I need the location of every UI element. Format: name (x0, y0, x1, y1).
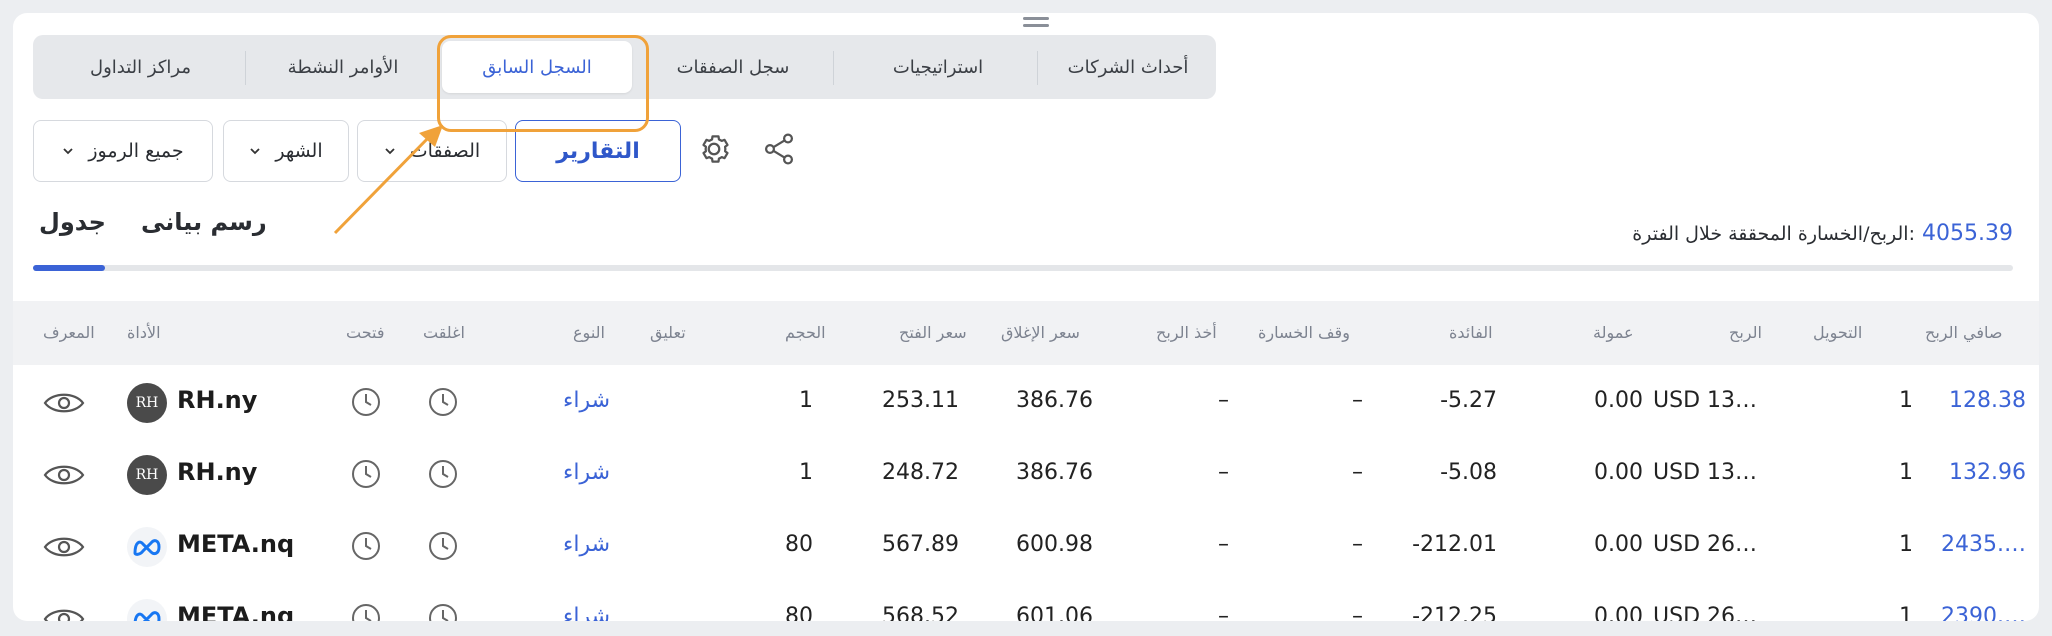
cell-close-price: 386.76 (1016, 388, 1093, 413)
cell-profit: USD 26… (1653, 604, 1757, 621)
rh-logo-icon: RH (127, 383, 167, 423)
eye-icon[interactable] (43, 534, 85, 566)
table-header: صافي الربح التحويل الربح عمولة الفائدة و… (13, 301, 2039, 365)
eye-icon[interactable] (43, 606, 85, 621)
cell-take-profit: – (1218, 604, 1229, 621)
cell-interest: -212.01 (1412, 532, 1497, 557)
cell-open-price: 567.89 (882, 532, 959, 557)
cell-volume: 80 (785, 604, 813, 621)
header-volume: الحجم (785, 323, 826, 342)
cell-interest: -212.25 (1412, 604, 1497, 621)
header-profit: الربح (1729, 323, 1762, 342)
header-commission: عمولة (1593, 323, 1634, 342)
clock-icon (350, 602, 382, 621)
cell-symbol[interactable]: RH.ny (177, 386, 257, 414)
meta-logo-icon (127, 527, 167, 567)
cell-swap: 1 (1899, 604, 1913, 621)
header-instrument: الأداة (127, 323, 161, 342)
cell-type[interactable]: شراء (563, 460, 610, 485)
header-take-profit: أخذ الربح (1156, 323, 1217, 342)
meta-logo-icon (127, 599, 167, 621)
header-close-price: سعر الإغلاق (1001, 323, 1080, 342)
cell-stop-loss: – (1352, 604, 1363, 621)
cell-symbol[interactable]: META.nq (177, 602, 294, 621)
cell-swap: 1 (1899, 388, 1913, 413)
cell-swap: 1 (1899, 460, 1913, 485)
cell-profit: USD 13… (1653, 388, 1757, 413)
header-comment: تعليق (650, 323, 686, 342)
cell-symbol[interactable]: META.nq (177, 530, 294, 558)
cell-take-profit: – (1218, 460, 1229, 485)
cell-commission: 0.00 (1594, 388, 1643, 413)
trading-panel: أحداث الشركات استراتيجيات سجل الصفقات ال… (13, 13, 2039, 621)
cell-close-price: 601.06 (1016, 604, 1093, 621)
cell-close-price: 600.98 (1016, 532, 1093, 557)
cell-stop-loss: – (1352, 460, 1363, 485)
cell-interest: -5.08 (1440, 460, 1497, 485)
cell-swap: 1 (1899, 532, 1913, 557)
clock-icon (427, 458, 459, 496)
cell-commission: 0.00 (1594, 604, 1643, 621)
cell-close-price: 386.76 (1016, 460, 1093, 485)
cell-profit: USD 13… (1653, 460, 1757, 485)
eye-icon[interactable] (43, 390, 85, 422)
cell-open-price: 568.52 (882, 604, 959, 621)
cell-open-price: 253.11 (882, 388, 959, 413)
cell-commission: 0.00 (1594, 532, 1643, 557)
cell-open-price: 248.72 (882, 460, 959, 485)
cell-take-profit: – (1218, 388, 1229, 413)
realized-pnl-label: :الربح/الخسارة المحققة خلال الفترة (1632, 223, 1915, 245)
cell-type[interactable]: شراء (563, 388, 610, 413)
table-row[interactable]: 2390.… 1 USD 26… 0.00 -212.25– –601.06 568.52 8… (13, 584, 2039, 621)
cell-take-profit: – (1218, 532, 1229, 557)
realized-pnl-value: 4055.39 (1922, 221, 2013, 246)
cell-interest: -5.27 (1440, 388, 1497, 413)
clock-icon (350, 530, 382, 568)
view-tab-chart[interactable]: رسم بيانى (141, 208, 267, 236)
cell-stop-loss: – (1352, 532, 1363, 557)
view-tab-table[interactable]: جدول (39, 208, 106, 236)
view-active-indicator (33, 265, 105, 271)
header-swap: التحويل (1813, 323, 1863, 342)
header-closed: اغلقت (423, 323, 465, 342)
clock-icon (427, 530, 459, 568)
clock-icon (350, 386, 382, 424)
header-stop-loss: وقف الخسارة (1258, 323, 1350, 342)
cell-type[interactable]: شراء (563, 604, 610, 621)
table-row[interactable]: 132.96 1 USD 13… 0.00 -5.08– –386.76 248.72 1 شر… (13, 440, 2039, 512)
table-row[interactable]: 2435.… 1 USD 26… 0.00 -212.01– –600.98 567.89 8… (13, 512, 2039, 584)
clock-icon (350, 458, 382, 496)
cell-symbol[interactable]: RH.ny (177, 458, 257, 486)
header-open-price: سعر الفتح (899, 323, 967, 342)
cell-commission: 0.00 (1594, 460, 1643, 485)
eye-icon[interactable] (43, 462, 85, 494)
cell-type[interactable]: شراء (563, 532, 610, 557)
cell-volume: 80 (785, 532, 813, 557)
cell-volume: 1 (799, 460, 813, 485)
cell-stop-loss: – (1352, 388, 1363, 413)
header-type: النوع (573, 323, 605, 342)
header-net-profit: صافي الربح (1925, 323, 2003, 342)
view-underline-track (33, 265, 2013, 271)
header-interest: الفائدة (1449, 323, 1493, 342)
clock-icon (427, 386, 459, 424)
cell-volume: 1 (799, 388, 813, 413)
clock-icon (427, 602, 459, 621)
header-id: المعرف (43, 323, 95, 342)
rh-logo-icon: RH (127, 455, 167, 495)
cell-profit: USD 26… (1653, 532, 1757, 557)
header-opened: فتحت (346, 323, 385, 342)
table-row[interactable]: 128.38 1 USD 13… 0.00 -5.27– –386.76 253.11 1 شر… (13, 368, 2039, 440)
